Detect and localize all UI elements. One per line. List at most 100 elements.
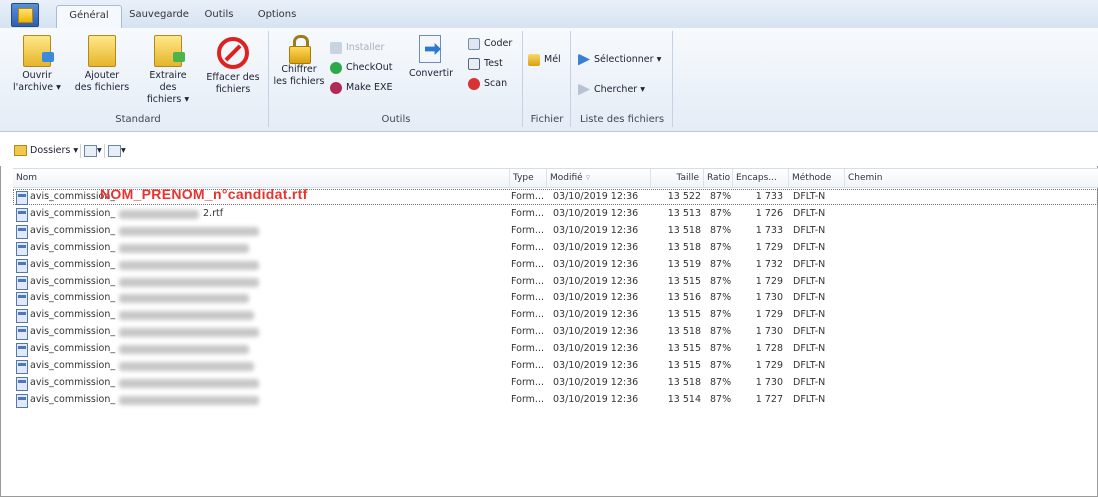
col-path[interactable]: Chemin (845, 169, 1098, 187)
file-size: 13 514 (667, 393, 701, 405)
folder-toolbar: Dossiers ▾ ▾ ▾ (0, 132, 1098, 166)
file-size: 13 518 (667, 241, 701, 253)
tab-general[interactable]: Général (56, 5, 122, 28)
file-name-cell: avis_commission_ (30, 206, 500, 222)
table-row[interactable]: avis_commission_ Form... 03/10/2019 12:36 1… (13, 307, 1098, 324)
rtf-file-icon (16, 191, 28, 205)
rtf-file-icon (16, 326, 28, 341)
checkout-button[interactable]: CheckOut (330, 59, 392, 77)
select-button[interactable]: Sélectionner ▾ (578, 51, 661, 69)
toolbar-separator-2 (104, 144, 105, 158)
file-ratio: 87% (710, 360, 732, 371)
file-ratio: 87% (710, 275, 732, 287)
blurred-name (119, 328, 259, 338)
folder-icon (14, 145, 27, 156)
convert-icon (417, 35, 445, 65)
test-button[interactable]: Test (468, 55, 503, 73)
table-row[interactable]: avis_commission_ Form... 03/10/2019 12:36 1… (13, 240, 1098, 256)
search-icon (578, 83, 590, 96)
file-method: DFLT-N (793, 207, 826, 219)
blurred-name (119, 311, 254, 321)
group-label-standard: Standard (115, 114, 161, 125)
columns-dropdown[interactable]: ▾ (108, 144, 126, 158)
rtf-file-icon (16, 292, 28, 307)
file-encaps: 1 729 (755, 309, 783, 321)
file-method: DFLT-N (793, 258, 826, 270)
file-name-suffix: 2.rtf (203, 207, 224, 219)
ribbon-group-liste: Sélectionner ▾ Chercher ▾ Liste des fich… (572, 31, 673, 127)
rtf-file-icon (16, 224, 28, 239)
col-method[interactable]: Méthode (789, 169, 845, 187)
blurred-name (119, 260, 259, 270)
table-row[interactable]: avis_commission_ Form... 03/10/2019 12:36 1… (13, 206, 1098, 222)
group-label-outils: Outils (381, 114, 411, 125)
add-files-button[interactable]: Ajouter des fichiers (74, 35, 130, 94)
make-exe-icon (330, 81, 342, 94)
blurred-name (119, 395, 259, 405)
group-label-liste: Liste des fichiers (579, 114, 665, 125)
app-menu-button[interactable] (11, 3, 39, 27)
extract-files-button[interactable]: Extraire des fichiers ▾ (140, 35, 196, 106)
add-files-icon (88, 35, 116, 67)
tab-options[interactable]: Options (252, 5, 302, 27)
add-files-label: Ajouter (84, 70, 120, 81)
extract-files-label-2: fichiers ▾ (146, 94, 190, 105)
encode-button[interactable]: Coder (468, 35, 512, 53)
file-size: 13 518 (667, 376, 701, 388)
table-row[interactable]: avis_commission_ Form... 03/10/2019 12:36 1… (13, 223, 1098, 239)
file-name-cell: avis_commission_ (30, 324, 500, 340)
file-ratio: 87% (710, 241, 732, 253)
table-row[interactable]: avis_commission_ Form... 03/10/2019 12:36 1… (13, 392, 1098, 408)
table-row[interactable]: avis_commission_ Form... 03/10/2019 12:36 1… (13, 358, 1098, 374)
install-button[interactable]: Installer (330, 39, 384, 57)
col-modified-label: Modifié (550, 173, 583, 183)
col-encaps[interactable]: Encaps... (733, 169, 789, 187)
columns-icon (108, 144, 121, 157)
table-row[interactable]: avis_commission_ Form... 03/10/2019 12:36 1… (13, 186, 1098, 205)
file-name: avis_commission_ (30, 360, 116, 371)
col-size[interactable]: Taille (651, 169, 704, 187)
file-name: avis_commission_ (30, 376, 116, 388)
open-archive-button[interactable]: Ouvrir l'archive ▾ (12, 35, 62, 94)
file-type: Form... (511, 191, 544, 202)
table-row[interactable]: avis_commission_ Form... 03/10/2019 12:36 1… (13, 290, 1098, 307)
table-row[interactable]: avis_commission_ Form... 03/10/2019 12:36 1… (13, 324, 1098, 341)
rtf-file-icon (16, 207, 28, 222)
table-row[interactable]: avis_commission_ Form... 03/10/2019 12:36 1… (13, 257, 1098, 273)
file-size: 13 515 (667, 343, 701, 355)
col-type[interactable]: Type (510, 169, 547, 187)
open-folder-icon (23, 35, 54, 67)
file-name: avis_commission_ (30, 207, 116, 219)
col-ratio[interactable]: Ratio (704, 169, 733, 187)
file-modified: 03/10/2019 12:36 (553, 292, 639, 304)
file-modified: 03/10/2019 12:36 (553, 376, 639, 388)
make-exe-button[interactable]: Make EXE (330, 79, 393, 97)
file-modified: 03/10/2019 12:36 (553, 326, 639, 338)
encrypt-files-button[interactable]: Chiffrer les fichiers (272, 35, 326, 88)
delete-files-button[interactable]: Effacer des fichiers (204, 35, 262, 96)
add-files-label-2: des fichiers (74, 82, 130, 93)
search-button[interactable]: Chercher ▾ (578, 81, 645, 99)
table-row[interactable]: avis_commission_ Form... 03/10/2019 12:36 1… (13, 274, 1098, 290)
view-mode-dropdown[interactable]: ▾ (84, 144, 102, 158)
convert-button[interactable]: Convertir (406, 35, 456, 80)
table-row[interactable]: avis_commission_ Form... 03/10/2019 12:36 1… (13, 375, 1098, 391)
file-method: DFLT-N (793, 376, 826, 388)
tab-sauvegarde[interactable]: Sauvegarde (126, 5, 192, 27)
scan-button[interactable]: Scan (468, 75, 507, 93)
encrypt-label: Chiffrer (281, 64, 317, 75)
convert-label: Convertir (408, 68, 454, 79)
encode-label: Coder (484, 38, 513, 49)
tab-outils[interactable]: Outils (198, 5, 240, 27)
file-method: DFLT-N (793, 241, 826, 253)
folders-dropdown[interactable]: Dossiers ▾ (14, 144, 78, 158)
mail-icon (528, 53, 540, 66)
file-ratio: 87% (710, 326, 732, 338)
file-method: DFLT-N (793, 275, 826, 287)
table-row[interactable]: avis_commission_ Form... 03/10/2019 12:36 1… (13, 341, 1098, 358)
file-name: avis_commission_ (30, 275, 116, 287)
mail-button[interactable]: Mél (528, 51, 561, 69)
blurred-name (119, 226, 259, 236)
col-modified[interactable]: Modifié ▿ (547, 169, 651, 187)
col-name[interactable]: Nom (13, 169, 510, 187)
